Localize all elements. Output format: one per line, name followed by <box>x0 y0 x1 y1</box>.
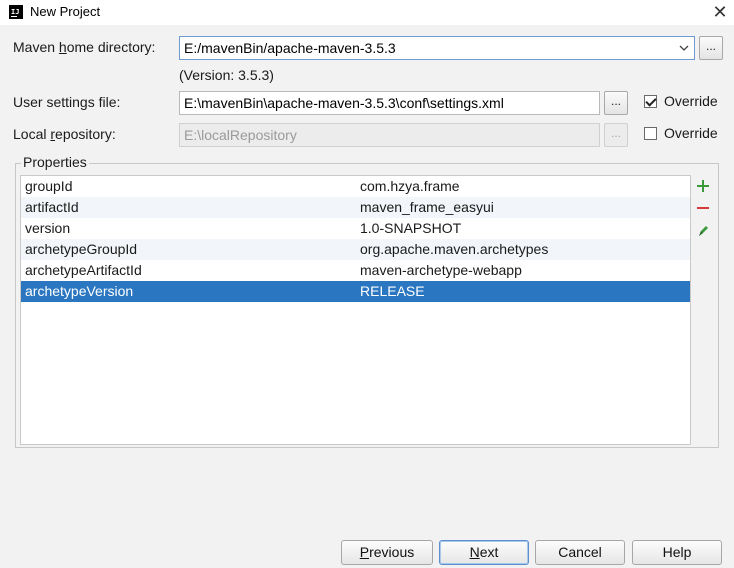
properties-table[interactable]: groupId com.hzya.frame artifactId maven_fra… <box>20 175 691 445</box>
next-mnemonic: N <box>469 544 480 560</box>
maven-version-note: (Version: 3.5.3) <box>179 67 274 83</box>
property-value[interactable]: com.hzya.frame <box>360 176 460 197</box>
user-settings-browse-button[interactable]: ... <box>604 91 628 115</box>
user-settings-value: E:\mavenBin\apache-maven-3.5.3\conf\sett… <box>184 95 504 111</box>
maven-home-label-pre: Maven <box>13 39 59 55</box>
chevron-down-icon[interactable] <box>678 37 690 59</box>
remove-icon[interactable] <box>693 198 713 218</box>
local-repo-field: E:\localRepository <box>179 123 600 147</box>
edit-icon[interactable] <box>693 220 713 240</box>
local-repo-override-label[interactable]: Override <box>664 125 718 141</box>
table-row[interactable]: groupId com.hzya.frame <box>21 176 690 197</box>
local-repo-override-checkbox[interactable] <box>644 127 657 140</box>
close-icon[interactable]: ✕ <box>706 1 734 23</box>
table-row[interactable]: version 1.0-SNAPSHOT <box>21 218 690 239</box>
property-key: groupId <box>25 178 73 194</box>
intellij-logo-icon: IJ <box>9 5 23 19</box>
table-row[interactable]: artifactId maven_frame_easyui <box>21 197 690 218</box>
title-bar: IJ New Project ✕ <box>0 0 734 25</box>
help-button[interactable]: Help <box>632 540 722 565</box>
property-key: version <box>25 220 71 236</box>
property-key: archetypeArtifactId <box>25 262 142 278</box>
window-title: New Project <box>30 4 101 19</box>
maven-home-label: Maven home directory: <box>13 39 155 55</box>
user-settings-override-checkbox[interactable] <box>644 95 657 108</box>
next-button[interactable]: Next <box>439 540 529 565</box>
property-key: artifactId <box>25 199 79 215</box>
property-value[interactable]: maven_frame_easyui <box>360 197 494 218</box>
cancel-button[interactable]: Cancel <box>535 540 625 565</box>
properties-title: Properties <box>21 154 89 170</box>
previous-mnemonic: P <box>359 544 370 560</box>
maven-home-label-mnemonic: h <box>58 39 67 55</box>
next-rest: ext <box>479 544 499 560</box>
property-value[interactable]: RELEASE <box>360 281 425 302</box>
property-value[interactable]: 1.0-SNAPSHOT <box>360 218 461 239</box>
property-value[interactable]: org.apache.maven.archetypes <box>360 239 548 260</box>
local-repo-label-pre: Local <box>13 126 51 142</box>
local-repo-value: E:\localRepository <box>184 127 297 143</box>
previous-rest: revious <box>369 544 415 560</box>
local-repo-label-post: epository: <box>55 126 116 142</box>
table-row[interactable]: archetypeVersion RELEASE <box>21 281 690 302</box>
table-row[interactable]: archetypeGroupId org.apache.maven.archety… <box>21 239 690 260</box>
add-icon[interactable] <box>693 176 713 196</box>
maven-home-value: E:/mavenBin/apache-maven-3.5.3 <box>184 40 396 56</box>
local-repo-label: Local repository: <box>13 126 116 142</box>
table-row[interactable]: archetypeArtifactId maven-archetype-webap… <box>21 260 690 281</box>
property-value[interactable]: maven-archetype-webapp <box>360 260 522 281</box>
maven-home-combo[interactable]: E:/mavenBin/apache-maven-3.5.3 <box>179 36 695 60</box>
maven-home-browse-button[interactable]: ... <box>699 36 723 60</box>
user-settings-field[interactable]: E:\mavenBin\apache-maven-3.5.3\conf\sett… <box>179 91 600 115</box>
maven-home-label-post: ome directory: <box>66 39 156 55</box>
user-settings-override-label[interactable]: Override <box>664 93 718 109</box>
property-key: archetypeVersion <box>25 283 134 299</box>
user-settings-label: User settings file: <box>13 94 121 110</box>
property-key: archetypeGroupId <box>25 241 138 257</box>
previous-button[interactable]: Previous <box>341 540 433 565</box>
local-repo-browse-button: ... <box>604 123 628 147</box>
